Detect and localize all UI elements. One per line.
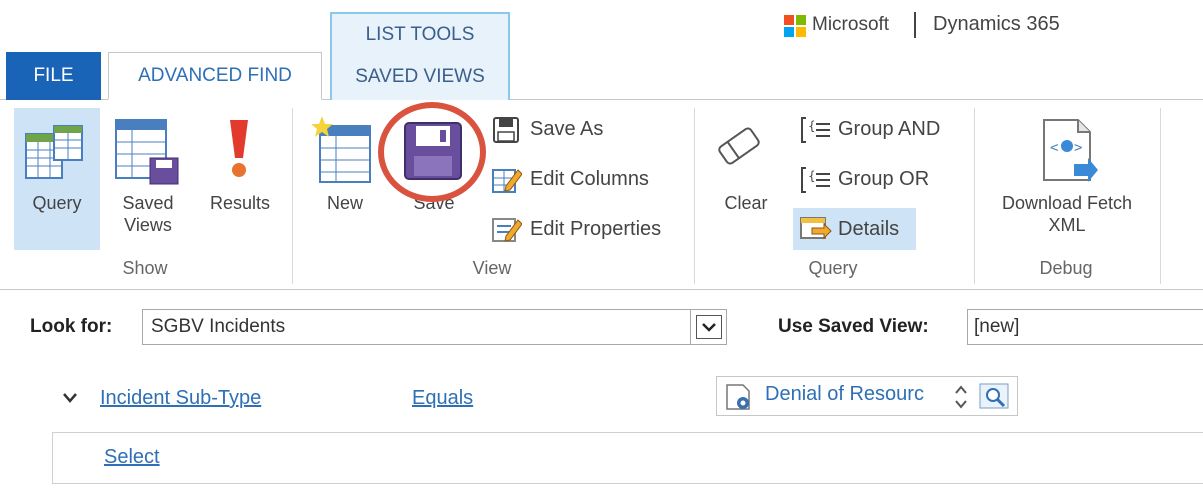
select-link[interactable]: Select	[104, 446, 160, 469]
context-tab-group-title: LIST TOOLS	[365, 24, 475, 45]
results-button[interactable]: Results	[200, 192, 280, 214]
lookup-search-icon[interactable]	[979, 383, 1011, 411]
group-and-icon: {	[801, 117, 830, 143]
microsoft-logo-icon	[784, 15, 806, 37]
download-label-line2: XML	[1048, 215, 1086, 235]
edit-properties-button[interactable]: Edit Properties	[530, 218, 661, 241]
save-as-button[interactable]: Save As	[530, 118, 603, 141]
download-xml-icon: < >	[1043, 119, 1098, 182]
saved-views-label-line1: Saved	[122, 193, 174, 213]
group-and-button[interactable]: Group AND	[838, 118, 940, 141]
svg-text:{: {	[808, 169, 816, 183]
criteria-value-text: Denial of Resourc	[765, 383, 924, 405]
save-highlight-annotation	[378, 102, 486, 202]
lookup-record-icon	[726, 384, 750, 410]
query-button-label: Query	[32, 193, 82, 213]
context-tab-group: LIST TOOLS SAVED VIEWS	[330, 12, 510, 100]
criteria-select-row	[52, 432, 1203, 484]
saved-views-button[interactable]: Saved Views	[110, 192, 186, 236]
eraser-icon	[718, 127, 760, 165]
group-or-icon: {	[801, 167, 830, 193]
details-icon	[800, 217, 832, 240]
criteria-value-lookup[interactable]: Denial of Resourc	[716, 376, 1018, 416]
exclamation-icon	[230, 120, 248, 177]
look-for-value: SGBV Incidents	[151, 316, 286, 337]
collapse-chevron-icon[interactable]	[62, 392, 78, 404]
look-for-label: Look for:	[30, 316, 113, 337]
microsoft-brand: Microsoft	[812, 14, 890, 35]
group-label-query: Query	[808, 258, 858, 278]
details-button-label: Details	[838, 218, 900, 240]
use-saved-view-select[interactable]: [new]	[967, 309, 1203, 345]
new-view-icon	[312, 116, 371, 183]
group-label-view: View	[472, 258, 512, 278]
clear-button[interactable]: Clear	[708, 192, 784, 214]
product-name[interactable]: Dynamics 365	[933, 13, 1060, 36]
svg-text:<: <	[1050, 140, 1058, 156]
saved-views-label-line2: Views	[124, 215, 172, 235]
use-saved-view-value: [new]	[974, 316, 1020, 337]
saved-views-icon	[115, 119, 179, 185]
group-label-debug: Debug	[1039, 258, 1093, 278]
chevron-down-icon	[701, 323, 716, 332]
look-for-select[interactable]: SGBV Incidents	[142, 309, 727, 345]
tab-file[interactable]: FILE	[6, 52, 101, 100]
edit-properties-icon	[492, 218, 522, 242]
group-or-button[interactable]: Group OR	[838, 168, 929, 191]
query-grid-icon	[25, 125, 83, 179]
download-fetch-xml-button[interactable]: Download Fetch XML	[980, 192, 1154, 236]
svg-text:>: >	[1074, 140, 1082, 156]
brand-separator	[914, 12, 916, 38]
new-button[interactable]: New	[312, 192, 378, 214]
edit-columns-icon	[492, 169, 522, 193]
tab-saved-views[interactable]: SAVED VIEWS	[332, 66, 508, 88]
svg-text:{: {	[808, 119, 816, 133]
edit-columns-button[interactable]: Edit Columns	[530, 168, 649, 191]
group-separator	[1160, 108, 1161, 284]
save-as-icon	[493, 117, 519, 143]
spinner-icon[interactable]	[953, 383, 969, 411]
download-label-line1: Download Fetch	[1001, 193, 1133, 213]
criteria-field-link[interactable]: Incident Sub-Type	[100, 387, 261, 410]
group-label-show: Show	[122, 258, 168, 278]
criteria-operator-link[interactable]: Equals	[412, 387, 473, 410]
look-for-dropdown-button[interactable]	[690, 310, 726, 344]
tab-advanced-find[interactable]: ADVANCED FIND	[108, 52, 322, 100]
ribbon-divider	[0, 289, 1203, 290]
use-saved-view-label: Use Saved View:	[778, 316, 929, 337]
